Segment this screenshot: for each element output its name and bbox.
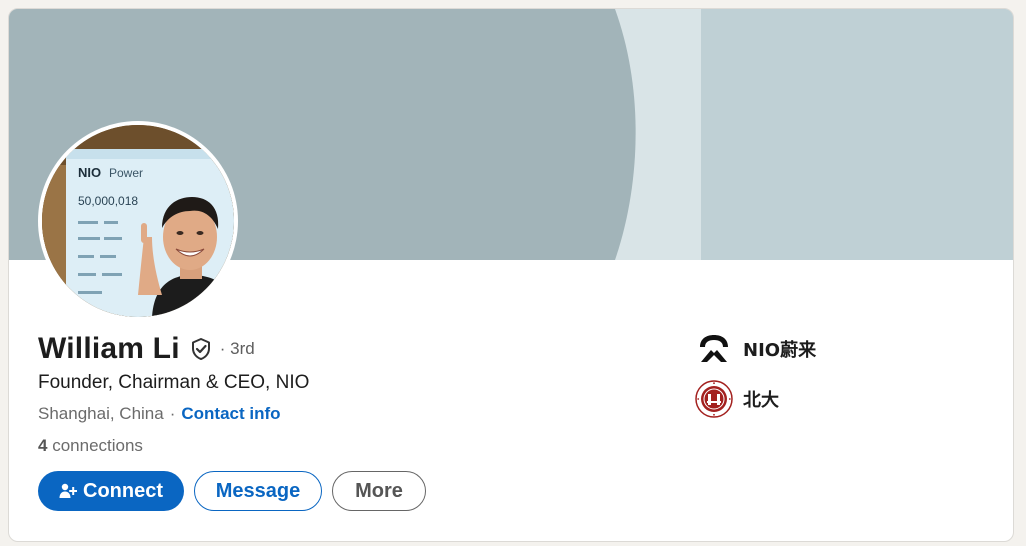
profile-card: NIO Power 50,000,018 William Li · 3rd Fo…	[8, 8, 1014, 542]
school-link[interactable]: 北大	[695, 379, 816, 419]
screen-brand: NIO	[78, 165, 101, 180]
pku-seal-icon	[695, 380, 733, 418]
experience-education-summary: NIO蔚来 北大	[695, 329, 816, 429]
connect-button[interactable]: Connect	[38, 471, 184, 511]
screen-brand-sub: Power	[109, 166, 143, 180]
name-row: William Li · 3rd	[38, 329, 309, 369]
connection-degree: · 3rd	[219, 339, 255, 358]
connect-label: Connect	[83, 479, 163, 502]
more-button[interactable]: More	[332, 471, 426, 511]
profile-info: William Li · 3rd Founder, Chairman & CEO…	[38, 329, 309, 457]
profile-photo[interactable]: NIO Power 50,000,018	[38, 121, 238, 321]
school-name: 北大	[743, 390, 779, 411]
profile-name: William Li	[38, 332, 180, 365]
nio-logo-icon	[695, 330, 733, 368]
separator-dot: ·	[169, 404, 176, 423]
contact-info-link[interactable]: Contact info	[181, 403, 280, 425]
avatar: NIO Power 50,000,018	[42, 125, 234, 317]
message-button[interactable]: Message	[194, 471, 322, 511]
current-company-link[interactable]: NIO蔚来	[695, 329, 816, 369]
profile-location: Shanghai, China	[38, 404, 164, 423]
location-row: Shanghai, China · Contact info	[38, 403, 309, 425]
company-name: NIO蔚来	[743, 340, 817, 361]
profile-actions: Connect Message More	[38, 471, 426, 511]
profile-headline: Founder, Chairman & CEO, NIO	[38, 372, 310, 393]
verified-shield-icon[interactable]	[189, 337, 213, 361]
screen-big-number: 50,000,018	[78, 194, 138, 208]
connections-count: 4 connections	[38, 435, 309, 457]
connections-label: connections	[52, 436, 143, 455]
connections-number: 4	[38, 436, 48, 455]
add-person-icon	[59, 482, 77, 500]
